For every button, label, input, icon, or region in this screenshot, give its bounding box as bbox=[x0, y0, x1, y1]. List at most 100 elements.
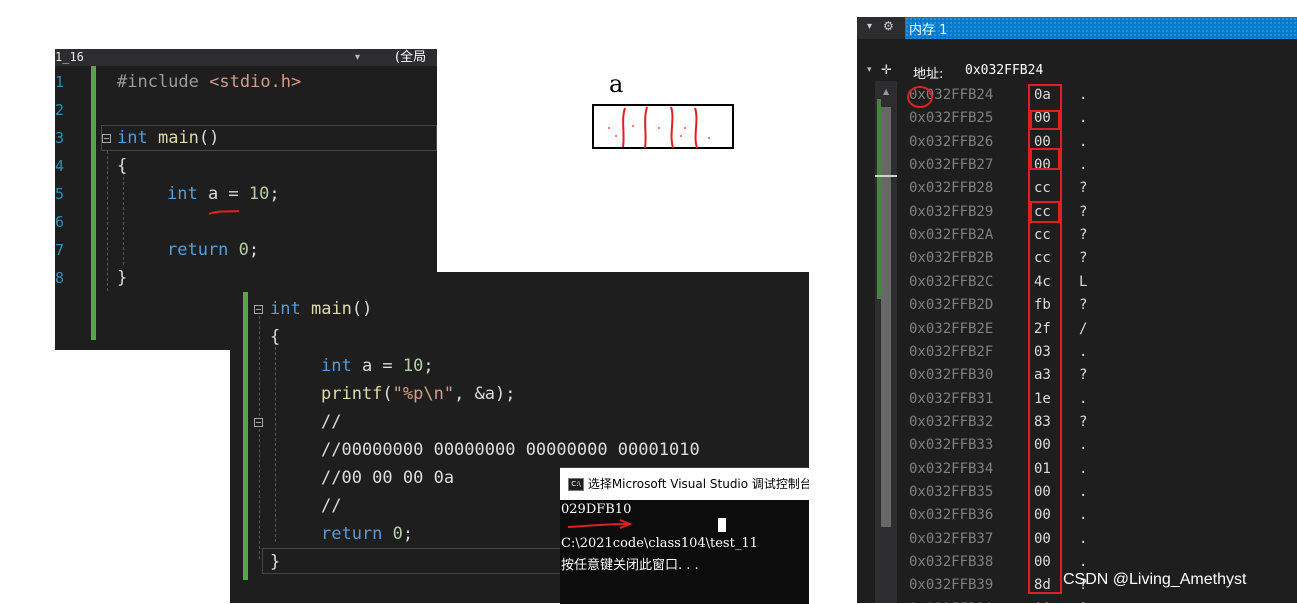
code-token: ( bbox=[382, 384, 393, 404]
code-token: a = bbox=[197, 184, 249, 204]
memory-row[interactable]: 0x032FFB2A cc? bbox=[909, 225, 1297, 248]
memory-address: 0x032FFB2A bbox=[909, 227, 994, 244]
memory-address: 0x032FFB38 bbox=[909, 554, 994, 570]
code-line-5[interactable]: int a = 10; bbox=[167, 184, 280, 204]
code-token: a = bbox=[351, 356, 403, 376]
code-line-4[interactable]: { bbox=[117, 156, 127, 176]
code-token: () bbox=[351, 299, 373, 319]
byte-highlight bbox=[1030, 148, 1060, 170]
code-line-comment-bits[interactable]: //00000000 00000000 00000000 00001010 bbox=[321, 440, 700, 460]
code-line-brace-open[interactable]: { bbox=[270, 327, 280, 347]
code-line-comment[interactable]: // bbox=[321, 412, 341, 432]
collapse-icon[interactable] bbox=[254, 305, 263, 314]
chevron-down-icon[interactable]: ▾ bbox=[355, 49, 360, 66]
code-line-comment-hex[interactable]: //00 00 00 0a bbox=[321, 468, 454, 488]
memory-char: . bbox=[1079, 133, 1088, 150]
red-arrow-annotation bbox=[567, 519, 633, 529]
collapse-icon[interactable] bbox=[102, 134, 111, 143]
memory-row[interactable]: 0x032FFB33 00. bbox=[909, 435, 1297, 458]
memory-char: ? bbox=[1079, 180, 1088, 197]
memory-row[interactable]: 0x032FFB24 0a. bbox=[909, 85, 1297, 108]
console-titlebar[interactable]: C:\ 选择Microsoft Visual Studio 调试控制台 bbox=[560, 468, 809, 500]
code-line-printf[interactable]: printf("%p\n", &a); bbox=[321, 384, 516, 404]
memory-row[interactable]: 0x032FFB31 1e. bbox=[909, 389, 1297, 412]
code-line-3[interactable]: int main() bbox=[117, 128, 219, 148]
memory-row[interactable]: 0x032FFB34 01. bbox=[909, 459, 1297, 482]
memory-row[interactable]: 0x032FFB2C 4c L bbox=[909, 272, 1297, 295]
code-line-7[interactable]: return 0; bbox=[167, 240, 259, 260]
memory-row[interactable]: 0x032FFB30 a3? bbox=[909, 365, 1297, 388]
memory-tab[interactable]: 内存 1 bbox=[905, 17, 1297, 39]
memory-char: . bbox=[1079, 460, 1088, 477]
line-number: 1 bbox=[55, 73, 65, 91]
address-label: 地址: bbox=[913, 67, 944, 82]
memory-row[interactable]: 0x032FFB37 00. bbox=[909, 529, 1297, 552]
code-token: ; bbox=[402, 524, 414, 544]
code-token: int bbox=[321, 356, 352, 376]
code-line-8[interactable]: } bbox=[117, 268, 127, 288]
indent-guide bbox=[259, 429, 260, 559]
collapse-icon[interactable] bbox=[254, 418, 263, 427]
code-line-1[interactable]: #include <stdio.h> bbox=[117, 72, 301, 92]
code-line-brace-close[interactable]: } bbox=[270, 552, 280, 572]
byte-highlight bbox=[1030, 110, 1060, 130]
memory-address: 0x032FFB39 bbox=[909, 577, 994, 594]
memory-row[interactable]: 0x032FFB2D fb? bbox=[909, 295, 1297, 318]
memory-row[interactable]: 0x032FFB29 cc? bbox=[909, 202, 1297, 225]
memory-row[interactable]: 0x032FFB32 83? bbox=[909, 412, 1297, 435]
indent-guide bbox=[259, 316, 260, 416]
code-token: { bbox=[117, 156, 128, 176]
code-token: } bbox=[117, 268, 128, 288]
memory-address: 0x032FFB37 bbox=[909, 530, 994, 547]
scope-dropdown-label[interactable]: (全局 bbox=[395, 49, 426, 66]
code-token: , &a); bbox=[454, 384, 516, 404]
memory-row[interactable]: 0x032FFB2B cc? bbox=[909, 248, 1297, 271]
memory-row[interactable]: 0x032FFB28 cc? bbox=[909, 178, 1297, 201]
code-line-main[interactable]: int main() bbox=[270, 299, 372, 319]
memory-row[interactable]: 0x032FFB2F 03. bbox=[909, 342, 1297, 365]
code-line-return[interactable]: return 0; bbox=[321, 524, 413, 544]
window-menu-icon[interactable]: ▾ bbox=[867, 21, 872, 32]
memory-row[interactable]: 0x032FFB36 00. bbox=[909, 505, 1297, 528]
debug-console-window[interactable]: C:\ 选择Microsoft Visual Studio 调试控制台 029D… bbox=[560, 467, 809, 604]
memory-scrollbar-thumb[interactable] bbox=[881, 107, 891, 527]
code-token: 0 bbox=[238, 240, 249, 260]
memory-row[interactable]: 0x032FFB3A00? bbox=[909, 599, 1297, 603]
code-token: int bbox=[270, 299, 301, 319]
memory-address: 0x032FFB2C bbox=[909, 273, 994, 290]
memory-row[interactable]: 0x032FFB27 00. bbox=[909, 155, 1297, 178]
scroll-position-marker bbox=[875, 175, 897, 177]
file-dropdown-label[interactable]: 1_16 bbox=[55, 49, 84, 66]
code-token: 0 bbox=[392, 524, 403, 544]
console-output-address: 029DFB10 bbox=[561, 502, 632, 517]
memory-char: ? bbox=[1079, 227, 1088, 244]
settings-gear-icon[interactable]: ⚙ bbox=[883, 19, 894, 33]
memory-char: ? bbox=[1079, 413, 1088, 430]
console-title: 选择Microsoft Visual Studio 调试控制台 bbox=[587, 477, 809, 491]
memory-char: / bbox=[1079, 320, 1088, 337]
code-line-decl[interactable]: int a = 10; bbox=[321, 356, 434, 376]
editor-navigation-bar: 1_16 ▾ (全局 bbox=[55, 49, 437, 66]
memory-char: L bbox=[1079, 273, 1088, 290]
scroll-up-icon[interactable]: ▲ bbox=[883, 87, 889, 96]
collapse-arrow-icon[interactable]: ▾ bbox=[867, 65, 872, 75]
memory-window-header: ▾ ⚙ 内存 1 bbox=[857, 17, 1297, 39]
code-line-comment[interactable]: // bbox=[321, 496, 341, 516]
address-input[interactable]: 0x032FFB24 bbox=[965, 63, 1043, 78]
indent-guide bbox=[107, 151, 108, 291]
memory-char: . bbox=[1079, 437, 1088, 454]
pin-icon[interactable]: ✛ bbox=[881, 63, 892, 78]
memory-char: ? bbox=[1079, 250, 1088, 267]
code-token: return bbox=[167, 240, 229, 260]
memory-row[interactable]: 0x032FFB35 00. bbox=[909, 482, 1297, 505]
memory-row[interactable]: 0x032FFB26 00. bbox=[909, 132, 1297, 155]
memory-address: 0x032FFB31 bbox=[909, 390, 994, 407]
memory-row[interactable]: 0x032FFB2E 2f / bbox=[909, 319, 1297, 342]
memory-row[interactable]: 0x032FFB25 00. bbox=[909, 108, 1297, 131]
line-number: 4 bbox=[55, 157, 65, 175]
line-number-gutter: 1 2 3 4 5 6 7 8 bbox=[55, 66, 89, 350]
memory-char: . bbox=[1079, 110, 1088, 127]
code-token: { bbox=[270, 327, 281, 347]
memory-address: 0x032FFB34 bbox=[909, 460, 994, 477]
code-token: 10 bbox=[402, 356, 424, 376]
